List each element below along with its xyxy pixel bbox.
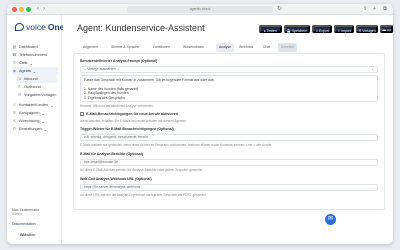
gear-icon: ⚙ (12, 126, 17, 131)
analysis-prompt-textarea[interactable]: Fasse das Gespräch mit Kunde/-in zusamme… (80, 75, 378, 102)
close-window-icon[interactable] (12, 7, 17, 12)
import-button[interactable]: ⇧ Import (334, 25, 354, 33)
chevron-down-icon: ⌄ (32, 69, 37, 74)
sidebar-item-label: Dashboard (19, 45, 38, 49)
report-email-input[interactable]: ihre.email@domain.de (80, 159, 378, 166)
account-menu[interactable]: WMedien (20, 233, 35, 237)
tab-overview-icon[interactable]: ⧉ (383, 6, 387, 13)
outbound-icon: ⇱ (17, 84, 22, 89)
templates-icon: ☰ (17, 92, 22, 97)
sidebar-item-inbound[interactable]: ⇲ Inbound (17, 75, 57, 83)
main-content: Agent: Kundenservice-Assistent ▸ Testen … (63, 15, 393, 244)
sidebar-item-label: Abrechnung (19, 119, 40, 123)
webhook-url-help: An diese URL werden die Analyse-Ergebnis… (80, 193, 206, 197)
minimize-window-icon[interactable] (19, 7, 24, 12)
logo[interactable]: voice One (15, 21, 64, 33)
sidebar-item-dashboard[interactable]: ▦ Dashboard (12, 43, 38, 51)
sidebar-item-outbound[interactable]: ⇱ Outbound (17, 83, 41, 91)
email-notification-toggle[interactable]: E-Mail-Benachrichtigungen für neue Anruf… (80, 112, 178, 116)
sidebar-item-label: Einstellungen (19, 127, 42, 131)
sidebar-item-label: Vorgaben/Vorlagen (24, 93, 57, 97)
tab-analysis[interactable]: Analyse (216, 43, 235, 52)
browser-chrome: ‹ › agentic.cloud ↻ ⇪ + ⧉ (7, 4, 393, 15)
chevron-down-icon: ⌄ (43, 127, 47, 132)
tab-voice-language[interactable]: Stimme & Sprache (111, 43, 139, 52)
trigger-words-label: Trigger-Wörter für E-Mail-Benachrichtigu… (80, 127, 174, 131)
webhook-url-label: Web-Call Analyse-Webhook URL (Optional) (80, 177, 152, 181)
trigger-words-input[interactable]: z.B. wichtig, dringend, beschwerde, term… (80, 134, 378, 141)
tab-knowledge-base[interactable]: Wissensbasis (183, 43, 204, 52)
billing-icon: € (13, 118, 16, 123)
share-icon[interactable]: ⇪ (363, 6, 368, 13)
select-value: -- Vorlage auswählen -- (84, 67, 120, 71)
sidebar: voiceOne 8 ▦ Dashboard ☎ Telefonnummern … (7, 15, 73, 244)
back-icon[interactable]: ‹ (37, 6, 39, 13)
prompt-help-text: Hinweis: Wird nur bei aktivierter Analys… (80, 104, 154, 108)
analysis-settings-panel: Benutzerdefinierter Analyse-Prompt (Opti… (73, 53, 385, 210)
inbound-icon: ⇲ (17, 76, 22, 81)
sidebar-item-campaigns[interactable]: ✉ Kampagnen ⌄ (12, 109, 45, 117)
trigger-words-help: E-Mails werden nur gesendet, wenn diese … (80, 143, 272, 147)
sidebar-item-label: Kontakte/Kunden (19, 103, 49, 107)
webhook-url-input[interactable]: https://ihr-server.de/analyse-webhook (80, 184, 378, 191)
sidebar-item-label: Inbound (24, 77, 38, 81)
phone-icon: ☎ (12, 52, 17, 57)
sidebar-item-settings[interactable]: ⚙ Einstellungen ⌄ (12, 125, 47, 133)
sidebar-item-agents[interactable]: ◉ Agents ⌄ (12, 67, 58, 75)
sidebar-item-label: Calls (19, 61, 28, 65)
chevron-down-icon: ⌄ (50, 103, 54, 108)
campaigns-icon: ✉ (12, 110, 17, 115)
chat-support-button[interactable]: ✉ (325, 214, 336, 225)
tab-functions[interactable]: Funktionen (153, 43, 170, 52)
analysis-prompt-label: Benutzerdefinierter Analyse-Prompt (Opti… (80, 59, 158, 63)
tab-advanced[interactable]: Erweitert (278, 43, 298, 52)
page-title: Agent: Kundenservice-Assistent (77, 23, 205, 33)
sidebar-item-phone-numbers[interactable]: ☎ Telefonnummern (12, 51, 47, 59)
sidebar-item-templates[interactable]: ☰ Vorgaben/Vorlagen (17, 91, 57, 99)
prompt-template-select[interactable]: -- Vorlage auswählen -- ⌄ (80, 66, 378, 73)
sidebar-item-billing[interactable]: € Abrechnung ⌄ (12, 117, 45, 125)
email-notification-help: Wenn aktiviert, erhalten Sie E-Mails bei… (80, 119, 187, 123)
maximize-window-icon[interactable] (26, 7, 31, 12)
agent-icon: ◉ (12, 68, 17, 73)
textarea-line: 3. Ergebnis des Gesprächs (84, 95, 125, 100)
checkbox-label: E-Mail-Benachrichtigungen für neue Anruf… (86, 112, 178, 116)
tab-bar: Allgemein Stimme & Sprache Funktionen Wi… (73, 43, 383, 52)
chevron-down-icon: ⌄ (41, 111, 45, 116)
address-bar[interactable]: agentic.cloud (127, 6, 273, 13)
logo-mark-icon (15, 23, 24, 31)
tab-webhook[interactable]: Webhook (239, 43, 253, 52)
logo-text-bold: One (47, 22, 65, 32)
chevron-down-icon: ⌄ (371, 67, 374, 71)
sidebar-item-contacts[interactable]: ☺ Kontakte/Kunden ⌄ (12, 101, 53, 109)
new-tab-icon[interactable]: + (373, 6, 376, 13)
test-button[interactable]: ▸ Testen (259, 25, 282, 33)
documentation-link[interactable]: Dokumentation (12, 222, 36, 226)
email-notification-checkbox[interactable] (80, 112, 84, 116)
calls-icon: ✆ (12, 60, 17, 65)
tab-chat[interactable]: Chat (263, 43, 270, 52)
contacts-icon: ☺ (12, 102, 17, 107)
sidebar-item-label: Agents (19, 69, 31, 73)
chevron-down-icon: ⌄ (29, 61, 33, 66)
save-button[interactable]: 💾 Speichern (284, 25, 310, 33)
logo-text-light: voice (26, 22, 46, 32)
tab-general[interactable]: Allgemein (83, 43, 98, 52)
reload-icon[interactable]: ↻ (277, 6, 282, 13)
report-email-help: An diese E-Mail-Adresse werden die Analy… (80, 168, 203, 172)
export-button[interactable]: ⇩ Export (312, 25, 332, 33)
report-email-label: E-Mail für Analyse-Berichte (Optional) (80, 152, 143, 156)
templates-button[interactable]: ☰ Vorlagen (356, 25, 378, 33)
sidebar-item-label: Telefonnummern (19, 53, 48, 57)
user-role: Admin (12, 212, 22, 216)
browser-window: ‹ › agentic.cloud ↻ ⇪ + ⧉ voiceOne 8 ▦ D… (7, 4, 393, 244)
sidebar-item-label: Kampagnen (19, 111, 40, 115)
chevron-down-icon: ⌄ (41, 119, 45, 124)
library-button[interactable]: 📖 Bibliothek (380, 25, 393, 33)
forward-icon[interactable]: › (43, 6, 45, 13)
sidebar-item-calls[interactable]: ✆ Calls ⌄ (12, 59, 33, 67)
sidebar-item-label: Outbound (24, 85, 41, 89)
dashboard-icon: ▦ (12, 44, 17, 49)
